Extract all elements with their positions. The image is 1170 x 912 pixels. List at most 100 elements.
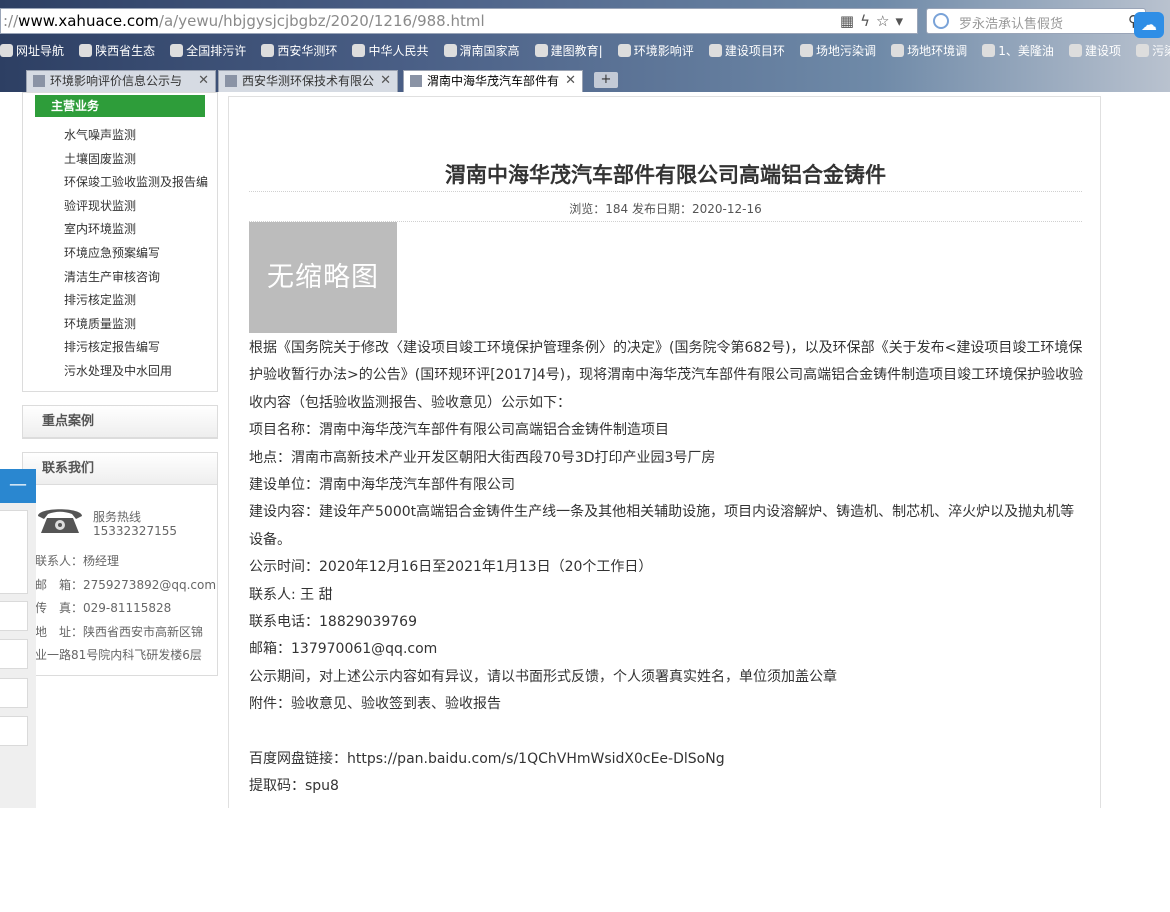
bookmarks-bar: 网址导航 陕西省生态 全国排污许 西安华测环 中华人民共 渭南国家高 建图教育|… <box>0 40 1170 62</box>
bookmark-item[interactable]: 建设项 <box>1068 40 1121 62</box>
paragraph-phone: 联系电话：18829039769 <box>249 614 417 631</box>
bookmark-favicon-icon <box>617 44 631 57</box>
contact-address-cont: 业一路81号院内科飞研发楼6层 <box>35 648 202 662</box>
reader-mode-icon[interactable]: ▦ <box>840 12 860 30</box>
web-page: 主营业务 水气噪声监测 土壤固废监测 环保竣工验收监测及报告编 验评现状监测 室… <box>0 92 1170 808</box>
paragraph-period: 公示时间：2020年12月16日至2021年1月13日（20个工作日） <box>249 559 653 576</box>
paragraph-extract-code: 提取码：spu8 <box>249 778 339 795</box>
paragraph-pan-link[interactable]: 百度网盘链接：https://pan.baidu.com/s/1QChVHmWs… <box>249 746 1085 773</box>
url-text[interactable]: ://www.xahuace.com/a/yewu/hbjgysjcjbgbz/… <box>3 12 485 30</box>
dropdown-arrow-icon[interactable]: ▾ <box>895 12 909 30</box>
paragraph-email: 邮箱：137970061@qq.com <box>249 641 438 658</box>
contact-fax: 传 真：029-81115828 <box>35 601 172 615</box>
close-tab-icon[interactable]: ✕ <box>565 71 576 91</box>
services-panel: 主营业务 水气噪声监测 土壤固废监测 环保竣工验收监测及报告编 验评现状监测 室… <box>22 92 218 392</box>
address-field[interactable] <box>0 716 28 746</box>
floating-message-widget: — 态您 <box>0 469 36 808</box>
service-link[interactable]: 环境质量监测 <box>64 316 208 340</box>
paragraph-intro: 根据《国务院关于修改〈建设项目竣工环境保护管理条例〉的决定》(国务院令第682号… <box>249 340 1084 411</box>
tab-eia-notice[interactable]: 环境影响评价信息公示与 ✕ <box>26 70 216 92</box>
service-link[interactable]: 验评现状监测 <box>64 198 208 222</box>
tab-current[interactable]: 渭南中海华茂汽车部件有 ✕ <box>403 70 583 92</box>
star-icon[interactable]: ☆ <box>876 12 895 30</box>
service-link[interactable]: 排污核定监测 <box>64 292 208 316</box>
bookmark-item[interactable]: 渭南国家高 <box>443 40 520 62</box>
bookmark-item[interactable]: 场地环境调 <box>891 40 967 62</box>
message-textarea[interactable] <box>0 510 28 594</box>
services-heading[interactable]: 主营业务 <box>35 95 205 117</box>
contact-heading[interactable]: 联系我们 <box>23 453 217 485</box>
cloud-icon[interactable]: ☁ <box>1134 12 1164 38</box>
collapse-button[interactable]: — <box>0 469 36 503</box>
thumbnail-placeholder: 无缩略图 <box>249 222 397 333</box>
hotline-number: 15332327155 <box>93 524 177 538</box>
bookmark-item[interactable]: 环境影响评 <box>617 40 694 62</box>
bookmark-item[interactable]: 污染 <box>1136 40 1170 62</box>
document-icon <box>225 75 237 87</box>
bookmark-item[interactable]: 网址导航 <box>0 40 64 62</box>
hotline-label: 服务热线 <box>93 510 142 524</box>
search-input[interactable]: 罗永浩承认售假货 <box>959 13 1063 32</box>
article-body: 根据《国务院关于修改〈建设项目竣工环境保护管理条例〉的决定》(国务院令第682号… <box>249 335 1085 801</box>
url-prefix: :// <box>3 12 19 30</box>
paragraph-location: 地点：渭南市高新技术产业开发区朝阳大街西段70号3D打印产业园3号厂房 <box>249 449 716 466</box>
search-engine-icon[interactable] <box>933 13 949 29</box>
contact-address: 地 址：陕西省西安市高新区锦 <box>35 625 204 639</box>
bookmark-item[interactable]: 全国排污许 <box>170 40 246 62</box>
contact-panel: 联系我们 服务热线 15332327155 联系人：杨经理 邮 箱：275927… <box>22 452 218 676</box>
article-title: 渭南中海华茂汽车部件有限公司高端铝合金铸件 <box>445 163 886 187</box>
bookmark-item[interactable]: 中华人民共 <box>352 40 428 62</box>
tab-strip: 环境影响评价信息公示与 ✕ 西安华测环保技术有限公 ✕ 渭南中海华茂汽车部件有 ✕ + <box>0 68 1170 92</box>
services-list: 水气噪声监测 土壤固废监测 环保竣工验收监测及报告编 验评现状监测 室内环境监测… <box>64 127 208 387</box>
email-field[interactable] <box>0 678 28 708</box>
service-link[interactable]: 环境应急预案编写 <box>64 245 208 269</box>
article-meta: 浏览：184 发布日期：2020-12-16 <box>569 202 762 216</box>
search-box[interactable]: 罗永浩承认售假货 ⚲ <box>926 8 1146 34</box>
bookmark-favicon-icon <box>800 44 814 57</box>
bookmark-item[interactable]: 建图教育| <box>534 40 603 62</box>
paragraph-contact: 联系人: 王 甜 <box>249 586 333 603</box>
bookmark-item[interactable]: 场地污染调 <box>800 40 876 62</box>
document-icon <box>410 75 422 87</box>
paragraph-attachments: 附件：验收意见、验收签到表、验收报告 <box>249 696 501 713</box>
name-field[interactable] <box>0 601 28 631</box>
lightning-icon[interactable]: ϟ <box>860 12 876 30</box>
key-cases-heading[interactable]: 重点案例 <box>23 406 217 438</box>
bookmark-item[interactable]: 西安华测环 <box>261 40 337 62</box>
bookmark-favicon-icon <box>891 44 905 57</box>
service-link[interactable]: 环保竣工验收监测及报告编 <box>64 174 208 198</box>
globe-icon <box>0 44 13 57</box>
service-link[interactable]: 污水处理及中水回用 <box>64 363 208 387</box>
paragraph-project-name: 项目名称：渭南中海华茂汽车部件有限公司高端铝合金铸件制造项目 <box>249 422 669 439</box>
bookmark-favicon-icon <box>443 44 457 57</box>
new-tab-button[interactable]: + <box>594 72 618 88</box>
service-link[interactable]: 清洁生产审核咨询 <box>64 269 208 293</box>
address-bar[interactable]: ://www.xahuace.com/a/yewu/hbjgysjcjbgbz/… <box>0 8 918 34</box>
service-link[interactable]: 水气噪声监测 <box>64 127 208 151</box>
bookmark-item[interactable]: 1、美隆油 <box>982 40 1054 62</box>
divider <box>249 191 1082 192</box>
bookmark-favicon-icon <box>79 44 93 57</box>
phone-field[interactable] <box>0 639 28 669</box>
address-bar-actions: ▦ϟ☆▾ <box>840 12 909 30</box>
service-link[interactable]: 排污核定报告编写 <box>64 339 208 363</box>
article-panel: 渭南中海华茂汽车部件有限公司高端铝合金铸件 浏览：184 发布日期：2020-1… <box>228 96 1101 808</box>
bookmark-favicon-icon <box>1068 44 1082 57</box>
bookmark-item[interactable]: 陕西省生态 <box>79 40 155 62</box>
document-icon <box>261 44 275 57</box>
url-host: www.xahuace.com <box>18 12 159 30</box>
service-link[interactable]: 室内环境监测 <box>64 221 208 245</box>
close-tab-icon[interactable]: ✕ <box>198 71 209 91</box>
tab-huace[interactable]: 西安华测环保技术有限公 ✕ <box>218 70 398 92</box>
paragraph-content: 建设内容：建设年产5000t高端铝合金铸件生产线一条及其他相关辅助设施，项目内设… <box>249 504 1075 548</box>
key-cases-panel: 重点案例 <box>22 405 218 439</box>
bookmark-favicon-icon <box>708 44 722 57</box>
contact-person: 联系人：杨经理 <box>35 554 120 568</box>
bookmark-favicon-icon <box>352 44 366 57</box>
bookmark-item[interactable]: 建设项目环 <box>708 40 785 62</box>
bookmark-favicon-icon <box>170 44 184 57</box>
bookmark-favicon-icon <box>1136 44 1150 57</box>
service-link[interactable]: 土壤固废监测 <box>64 151 208 175</box>
close-tab-icon[interactable]: ✕ <box>380 71 391 91</box>
